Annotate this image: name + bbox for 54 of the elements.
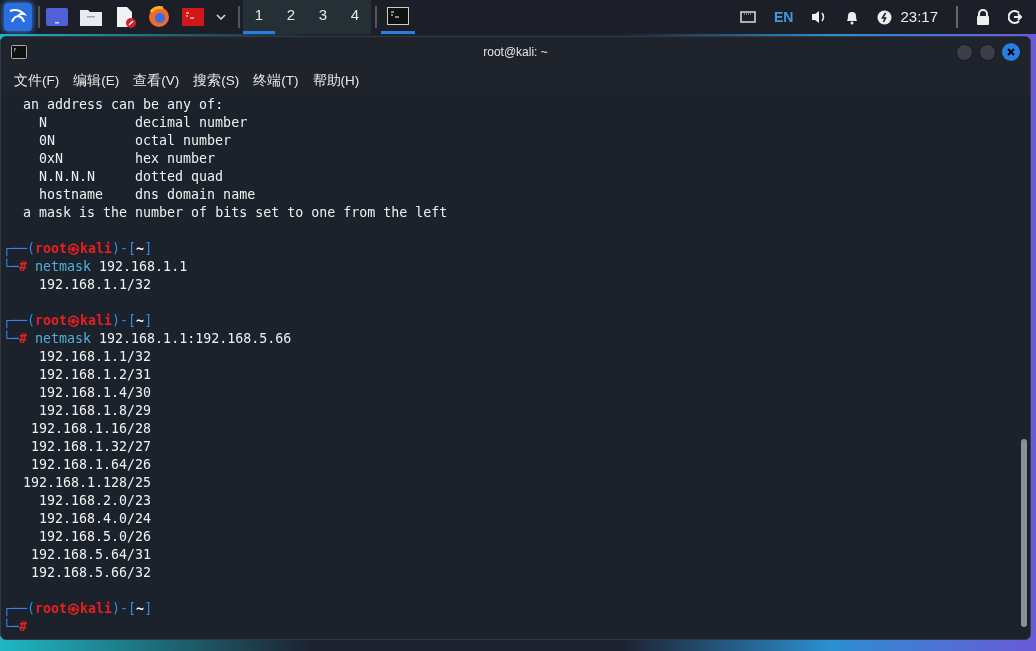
terminal-line: 192.168.5.0/26 xyxy=(38,528,152,546)
menu-item[interactable]: 终端(T) xyxy=(253,70,299,92)
terminal-line: 192.168.1.16/28 xyxy=(30,420,152,438)
workspace-button[interactable]: 3 xyxy=(307,0,339,34)
terminal-line: 192.168.1.1/32 xyxy=(38,348,152,366)
scrollbar[interactable] xyxy=(1021,439,1027,627)
terminal-line: N.N.N.N dotted quad xyxy=(38,168,225,186)
terminal-line: an address can be any of: xyxy=(23,96,225,114)
browser-icon[interactable] xyxy=(148,6,170,28)
terminal-line: 192.168.2.0/23 xyxy=(38,492,152,510)
terminal-line: 192.168.5.64/31 xyxy=(30,546,152,564)
menu-item[interactable]: 搜索(S) xyxy=(193,70,240,92)
prompt-line: ┌──(root㉿kali)-[~] xyxy=(3,600,153,618)
document-icon[interactable] xyxy=(114,6,136,28)
terminal-line: 192.168.1.2/31 xyxy=(38,366,152,384)
bell-icon[interactable] xyxy=(845,9,860,25)
terminal-line: 192.168.1.128/25 xyxy=(23,474,152,492)
command-line: └─# netmask 192.168.1.1 xyxy=(3,258,188,276)
terminal-line: N decimal number xyxy=(38,114,249,132)
terminal-line: 192.168.1.32/27 xyxy=(30,438,152,456)
close-button[interactable] xyxy=(1002,43,1020,61)
window-title: root@kali: ~ xyxy=(483,44,548,61)
terminal-line: a mask is the number of bits set to one from the left xyxy=(23,204,449,222)
lock-icon[interactable] xyxy=(976,9,990,25)
terminal-icon xyxy=(11,45,27,59)
terminal-line: 192.168.1.4/30 xyxy=(38,384,152,402)
workspace-button[interactable]: 4 xyxy=(339,0,371,34)
kali-menu-button[interactable] xyxy=(4,3,32,31)
command-line: └─# netmask 192.168.1.1:192.168.5.66 xyxy=(3,330,292,348)
terminal-icon xyxy=(387,6,409,25)
power-icon[interactable] xyxy=(877,9,893,25)
menu-item[interactable]: 文件(F) xyxy=(14,70,60,92)
terminal-line: 192.168.5.66/32 xyxy=(30,564,152,582)
caret-icon[interactable] xyxy=(216,14,226,20)
menu-item[interactable]: 查看(V) xyxy=(133,70,180,92)
menu-item[interactable]: 编辑(E) xyxy=(73,70,120,92)
keyboard-layout[interactable]: EN xyxy=(774,6,794,28)
folder-icon[interactable] xyxy=(80,8,102,26)
terminal-line: 192.168.1.1/32 xyxy=(38,276,152,294)
command-line: └─# xyxy=(3,618,28,636)
prompt-line: ┌──(root㉿kali)-[~] xyxy=(3,312,153,330)
prompt-line: ┌──(root㉿kali)-[~] xyxy=(3,240,153,258)
terminal-line: 0xN hex number xyxy=(38,150,217,168)
terminal-line: 192.168.1.8/29 xyxy=(38,402,152,420)
terminal-line: hostname dns domain name xyxy=(38,186,257,204)
close-icon xyxy=(1007,48,1015,56)
workspace-button[interactable]: 2 xyxy=(275,0,307,34)
network-icon[interactable] xyxy=(740,10,756,24)
logout-icon[interactable] xyxy=(1008,10,1022,24)
terminal-line: 192.168.1.64/26 xyxy=(30,456,152,474)
terminal-line: 192.168.4.0/24 xyxy=(38,510,152,528)
clock[interactable]: 23:17 xyxy=(900,5,938,29)
terminal-line: 0N octal number xyxy=(38,132,233,150)
menu-item[interactable]: 帮助(H) xyxy=(312,70,360,92)
